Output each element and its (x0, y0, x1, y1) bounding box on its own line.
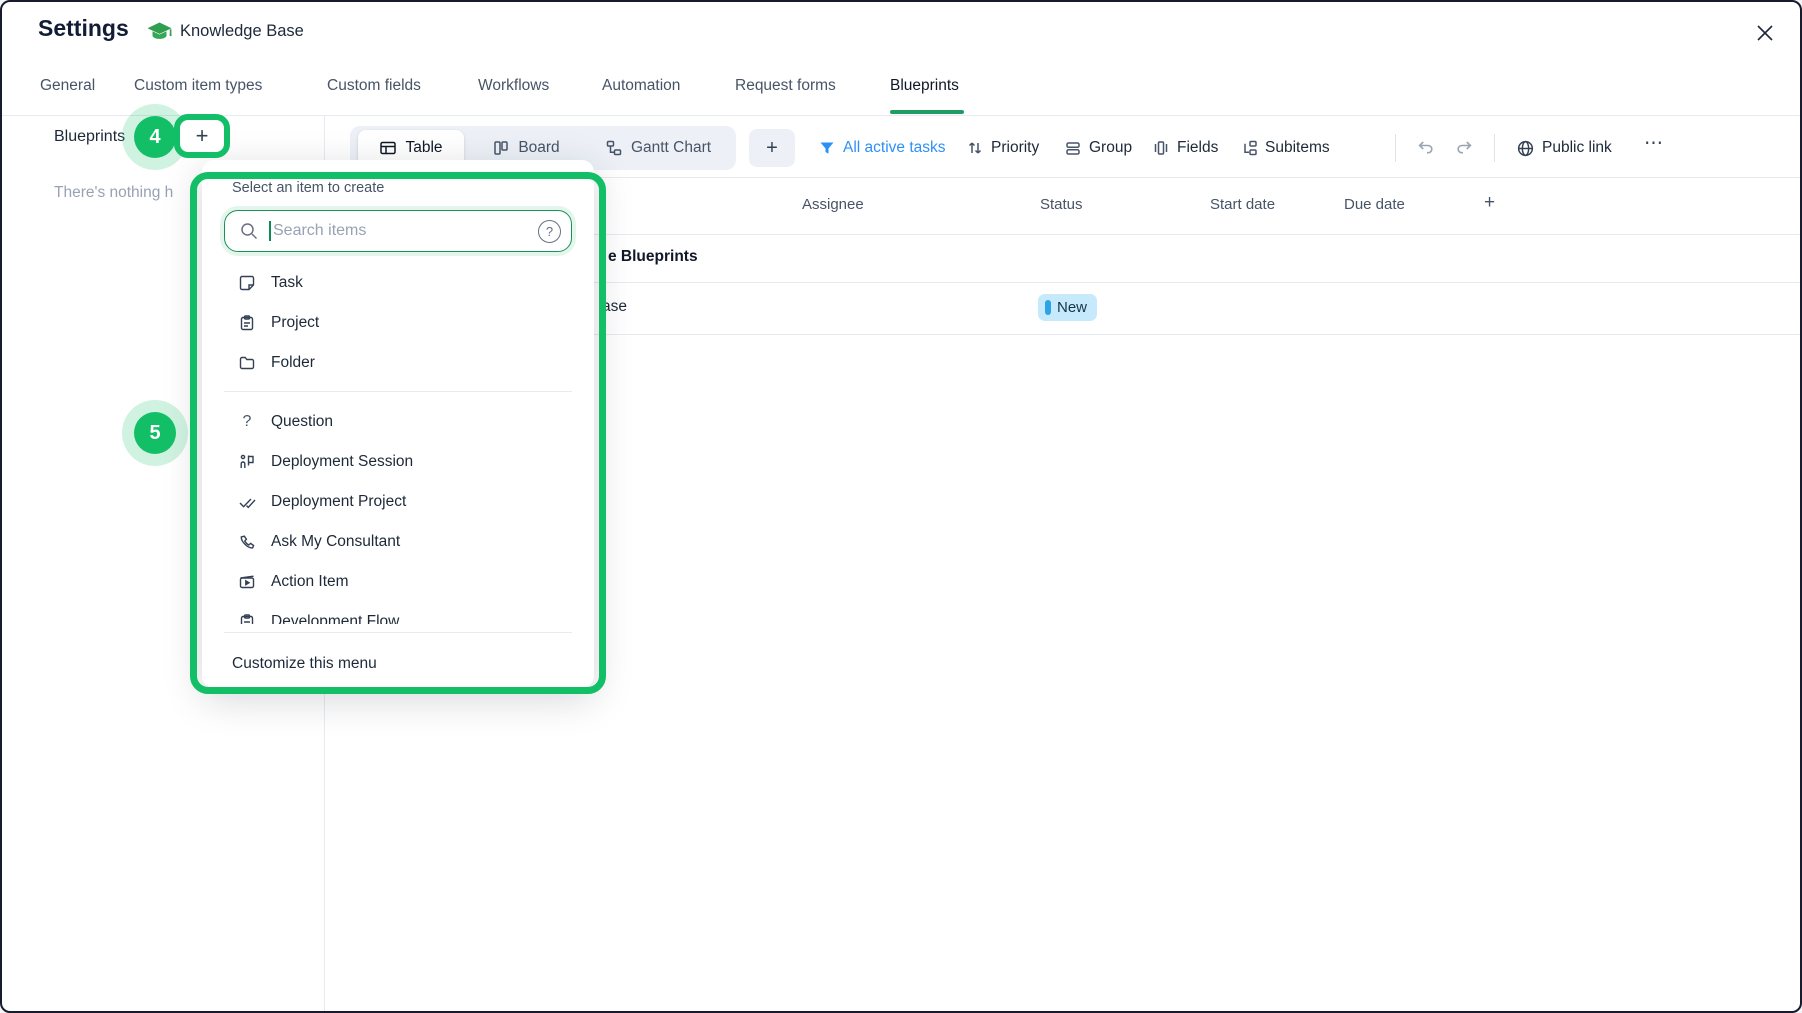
tab-custom-fields[interactable]: Custom fields (327, 77, 421, 95)
tabbar-divider (2, 115, 1800, 116)
table-view-icon (379, 139, 397, 157)
public-link-label: Public link (1542, 139, 1612, 157)
dropdown-item-group-1: Task Project Folder (202, 263, 594, 383)
menu-item-label: Action Item (271, 573, 349, 591)
fields-label: Fields (1177, 139, 1218, 157)
group-control[interactable]: Group (1064, 135, 1132, 161)
filter-label: All active tasks (843, 139, 946, 157)
add-blueprint-button[interactable]: + (174, 114, 230, 158)
tab-general[interactable]: General (40, 77, 95, 95)
status-badge-label: New (1057, 299, 1087, 316)
redo-icon[interactable] (1454, 137, 1476, 159)
graduation-cap-icon (146, 20, 173, 45)
public-link-button[interactable]: Public link (1516, 135, 1612, 161)
priority-sort-control[interactable]: Priority (966, 135, 1039, 161)
menu-item-project[interactable]: Project (202, 303, 594, 343)
dropdown-divider-2 (224, 632, 572, 633)
menu-item-task[interactable]: Task (202, 263, 594, 303)
search-input[interactable] (225, 211, 571, 251)
gantt-view-icon (605, 139, 623, 157)
menu-item-deployment-session[interactable]: Deployment Session (202, 442, 594, 482)
board-view-icon (492, 139, 510, 157)
task-icon (238, 274, 256, 292)
dropdown-heading: Select an item to create (232, 180, 384, 196)
customize-menu-button[interactable]: Customize this menu (202, 640, 594, 688)
menu-item-label: Development Flow (271, 613, 399, 624)
filter-control[interactable]: All active tasks (818, 135, 946, 161)
phone-icon (238, 533, 256, 551)
more-options-button[interactable]: ⋯ (1644, 132, 1665, 155)
menu-item-deployment-project[interactable]: Deployment Project (202, 482, 594, 522)
fields-icon (1152, 139, 1170, 157)
annotation-step4: 4 (134, 116, 176, 158)
menu-item-label: Deployment Project (271, 493, 406, 511)
group-icon (1064, 139, 1082, 157)
menu-item-folder[interactable]: Folder (202, 343, 594, 383)
settings-window: Settings Knowledge Base General Custom i… (0, 0, 1802, 1013)
menu-item-ask-my-consultant[interactable]: Ask My Consultant (202, 522, 594, 562)
add-column-button[interactable]: + (1484, 192, 1495, 214)
menu-item-question[interactable]: ? Question (202, 402, 594, 442)
development-flow-icon (238, 613, 256, 624)
menu-item-label: Folder (271, 354, 315, 372)
menu-item-action-item[interactable]: Action Item (202, 562, 594, 602)
filter-icon (818, 139, 836, 157)
tab-blueprints[interactable]: Blueprints (890, 77, 959, 95)
active-tab-underline (890, 110, 964, 114)
page-title: Settings (38, 15, 129, 42)
create-item-dropdown: Select an item to create ? Task Project … (202, 160, 594, 688)
dropdown-divider-1 (224, 391, 572, 392)
subitems-label: Subitems (1265, 139, 1330, 157)
annotation-step5: 5 (134, 412, 176, 454)
fields-control[interactable]: Fields (1152, 135, 1218, 161)
status-badge[interactable]: New (1038, 294, 1097, 321)
tab-custom-item-types[interactable]: Custom item types (134, 77, 262, 95)
menu-item-label: Question (271, 413, 333, 431)
view-tab-gantt-label: Gantt Chart (631, 139, 711, 157)
folder-icon (238, 354, 256, 372)
toolbar-separator-2 (1494, 134, 1495, 162)
view-tab-gantt[interactable]: Gantt Chart (584, 130, 732, 166)
tab-automation[interactable]: Automation (602, 77, 680, 95)
sidebar-title: Blueprints (54, 128, 125, 146)
table-row-item-name[interactable]: ase (602, 298, 627, 316)
column-header-status[interactable]: Status (1040, 196, 1083, 213)
priority-label: Priority (991, 139, 1039, 157)
add-view-button[interactable]: + (749, 129, 795, 167)
view-tab-board-label: Board (518, 139, 559, 157)
menu-item-label: Deployment Session (271, 453, 413, 471)
tab-workflows[interactable]: Workflows (478, 77, 549, 95)
sort-arrows-icon (966, 139, 984, 157)
question-icon: ? (238, 413, 256, 431)
double-check-icon (238, 493, 256, 511)
help-icon[interactable]: ? (538, 220, 561, 243)
menu-item-label: Task (271, 274, 303, 292)
menu-item-label: Ask My Consultant (271, 533, 400, 551)
subitems-control[interactable]: Subitems (1240, 135, 1330, 161)
toolbar-separator (1395, 134, 1396, 162)
workspace-name: Knowledge Base (180, 22, 304, 41)
subitems-icon (1240, 139, 1258, 157)
view-tab-table-label: Table (405, 139, 442, 157)
globe-icon (1516, 139, 1535, 158)
tab-request-forms[interactable]: Request forms (735, 77, 836, 95)
action-item-icon (238, 573, 256, 591)
dropdown-item-group-2: ? Question Deployment Session Deployment… (202, 402, 594, 624)
close-icon[interactable] (1752, 20, 1778, 46)
table-group-title: e Blueprints (608, 248, 698, 266)
search-field: ? (224, 210, 572, 252)
menu-item-label: Project (271, 314, 319, 332)
deployment-session-icon (238, 453, 256, 471)
sidebar-empty-text: There's nothing h (54, 184, 173, 202)
status-badge-bar (1045, 300, 1051, 315)
menu-item-development-flow[interactable]: Development Flow (202, 602, 594, 624)
column-header-duedate[interactable]: Due date (1344, 196, 1405, 213)
project-icon (238, 314, 256, 332)
column-header-assignee[interactable]: Assignee (802, 196, 864, 213)
group-label: Group (1089, 139, 1132, 157)
column-header-startdate[interactable]: Start date (1210, 196, 1275, 213)
undo-icon[interactable] (1414, 137, 1436, 159)
